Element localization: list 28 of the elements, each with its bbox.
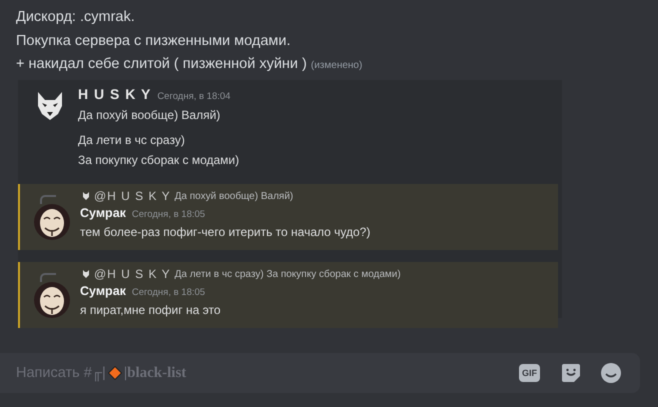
edited-label: (изменено): [310, 60, 362, 71]
message-text: За покупку сборак с модами): [78, 152, 240, 169]
reply-mention[interactable]: @H U S K Y: [94, 267, 171, 281]
author-name: Сумрак: [80, 284, 126, 298]
message-text: + накидал себе слитой ( пизженной хуйни ): [16, 56, 307, 72]
reply-quote: Да похуй вообще) Валяй): [174, 190, 294, 202]
author-name: Сумрак: [80, 206, 126, 220]
message-text: я пират,мне пофиг на это: [80, 302, 220, 319]
mask-avatar-icon: [34, 282, 70, 318]
emoji-icon[interactable]: [600, 362, 622, 384]
gif-button[interactable]: GIF: [519, 364, 540, 382]
message-text: тем более-раз пофиг-чего итерить то начало чудо?): [80, 224, 370, 241]
mask-avatar-icon: [34, 204, 70, 240]
diamond-icon: [108, 366, 122, 380]
mini-avatar-icon: [82, 191, 90, 201]
message-text: Покупка сервера с пизженными модами.: [16, 32, 292, 50]
message-text: Да лети в чс сразу): [78, 132, 186, 149]
message-input-field[interactable]: Написать #╓| |black-list GIF: [0, 353, 640, 393]
reply-quote: Да лети в чс сразу) За покупку сборак с модами): [174, 268, 401, 280]
mini-avatar-icon: [82, 269, 90, 279]
message-text: Да похуй вообще) Валяй): [78, 107, 222, 124]
message-text: Дискорд: .cymrak.: [16, 8, 136, 27]
timestamp: Сегодня, в 18:05: [132, 209, 206, 220]
timestamp: Сегодня, в 18:05: [132, 287, 206, 298]
reply-mention[interactable]: @H U S K Y: [94, 189, 171, 203]
sticker-icon[interactable]: [560, 362, 582, 384]
timestamp: Сегодня, в 18:04: [157, 91, 230, 102]
author-name: H U S K Y: [78, 86, 152, 102]
